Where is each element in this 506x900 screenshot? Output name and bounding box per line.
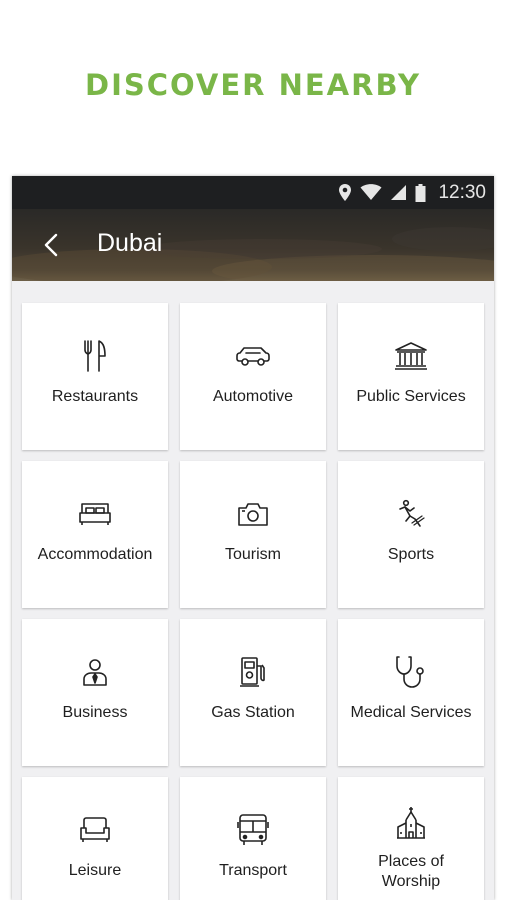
runner-icon xyxy=(399,499,425,527)
category-label: Transport xyxy=(219,862,287,879)
bus-icon xyxy=(237,814,269,845)
category-tile-automotive[interactable]: Automotive xyxy=(180,303,326,450)
back-arrow-icon xyxy=(44,233,58,257)
category-tile-business[interactable]: Business xyxy=(22,619,168,766)
category-label: Gas Station xyxy=(211,704,295,721)
category-tile-leisure[interactable]: Leisure xyxy=(22,777,168,900)
status-bar: 12:30 xyxy=(12,176,494,209)
app-bar: Dubai xyxy=(12,209,494,281)
category-grid: Restaurants Automotive Public Services A… xyxy=(22,303,484,900)
wifi-icon xyxy=(360,184,382,200)
armchair-icon xyxy=(80,817,110,842)
government-building-icon xyxy=(395,342,427,370)
car-icon xyxy=(236,347,270,366)
category-tile-tourism[interactable]: Tourism xyxy=(180,461,326,608)
church-icon xyxy=(397,807,425,839)
category-label: Leisure xyxy=(68,862,122,879)
category-tile-public-services[interactable]: Public Services xyxy=(338,303,484,450)
back-button[interactable] xyxy=(38,231,64,259)
category-label: Business xyxy=(62,704,128,721)
category-tile-transport[interactable]: Transport xyxy=(180,777,326,900)
city-night-background xyxy=(12,227,494,281)
category-tile-places-of-worship[interactable]: Places of Worship xyxy=(338,777,484,900)
category-tile-medical-services[interactable]: Medical Services xyxy=(338,619,484,766)
category-label: Places of Worship xyxy=(378,853,444,890)
businessman-icon xyxy=(83,659,107,686)
page-headline: DISCOVER NEARBY xyxy=(85,68,421,102)
fuel-pump-icon xyxy=(240,657,265,687)
city-title: Dubai xyxy=(97,229,163,257)
category-tile-restaurants[interactable]: Restaurants xyxy=(22,303,168,450)
category-tile-gas-station[interactable]: Gas Station xyxy=(180,619,326,766)
category-label: Accommodation xyxy=(37,546,153,563)
fork-knife-icon xyxy=(84,340,106,372)
category-label: Medical Services xyxy=(350,704,472,721)
category-label: Public Services xyxy=(356,388,466,405)
location-pin-icon xyxy=(339,184,352,201)
category-label: Sports xyxy=(387,546,435,563)
bed-icon xyxy=(79,503,111,525)
cell-signal-icon xyxy=(391,185,407,200)
status-time: 12:30 xyxy=(438,181,486,203)
category-label: Automotive xyxy=(212,388,294,405)
battery-icon xyxy=(415,183,426,202)
camera-icon xyxy=(238,503,268,526)
stethoscope-icon xyxy=(396,656,424,688)
phone-screen: 12:30 Dubai Restaurants Automotive Publi… xyxy=(12,176,494,900)
category-tile-sports[interactable]: Sports xyxy=(338,461,484,608)
category-label: Tourism xyxy=(224,546,281,563)
category-tile-accommodation[interactable]: Accommodation xyxy=(22,461,168,608)
category-label: Restaurants xyxy=(51,388,139,405)
